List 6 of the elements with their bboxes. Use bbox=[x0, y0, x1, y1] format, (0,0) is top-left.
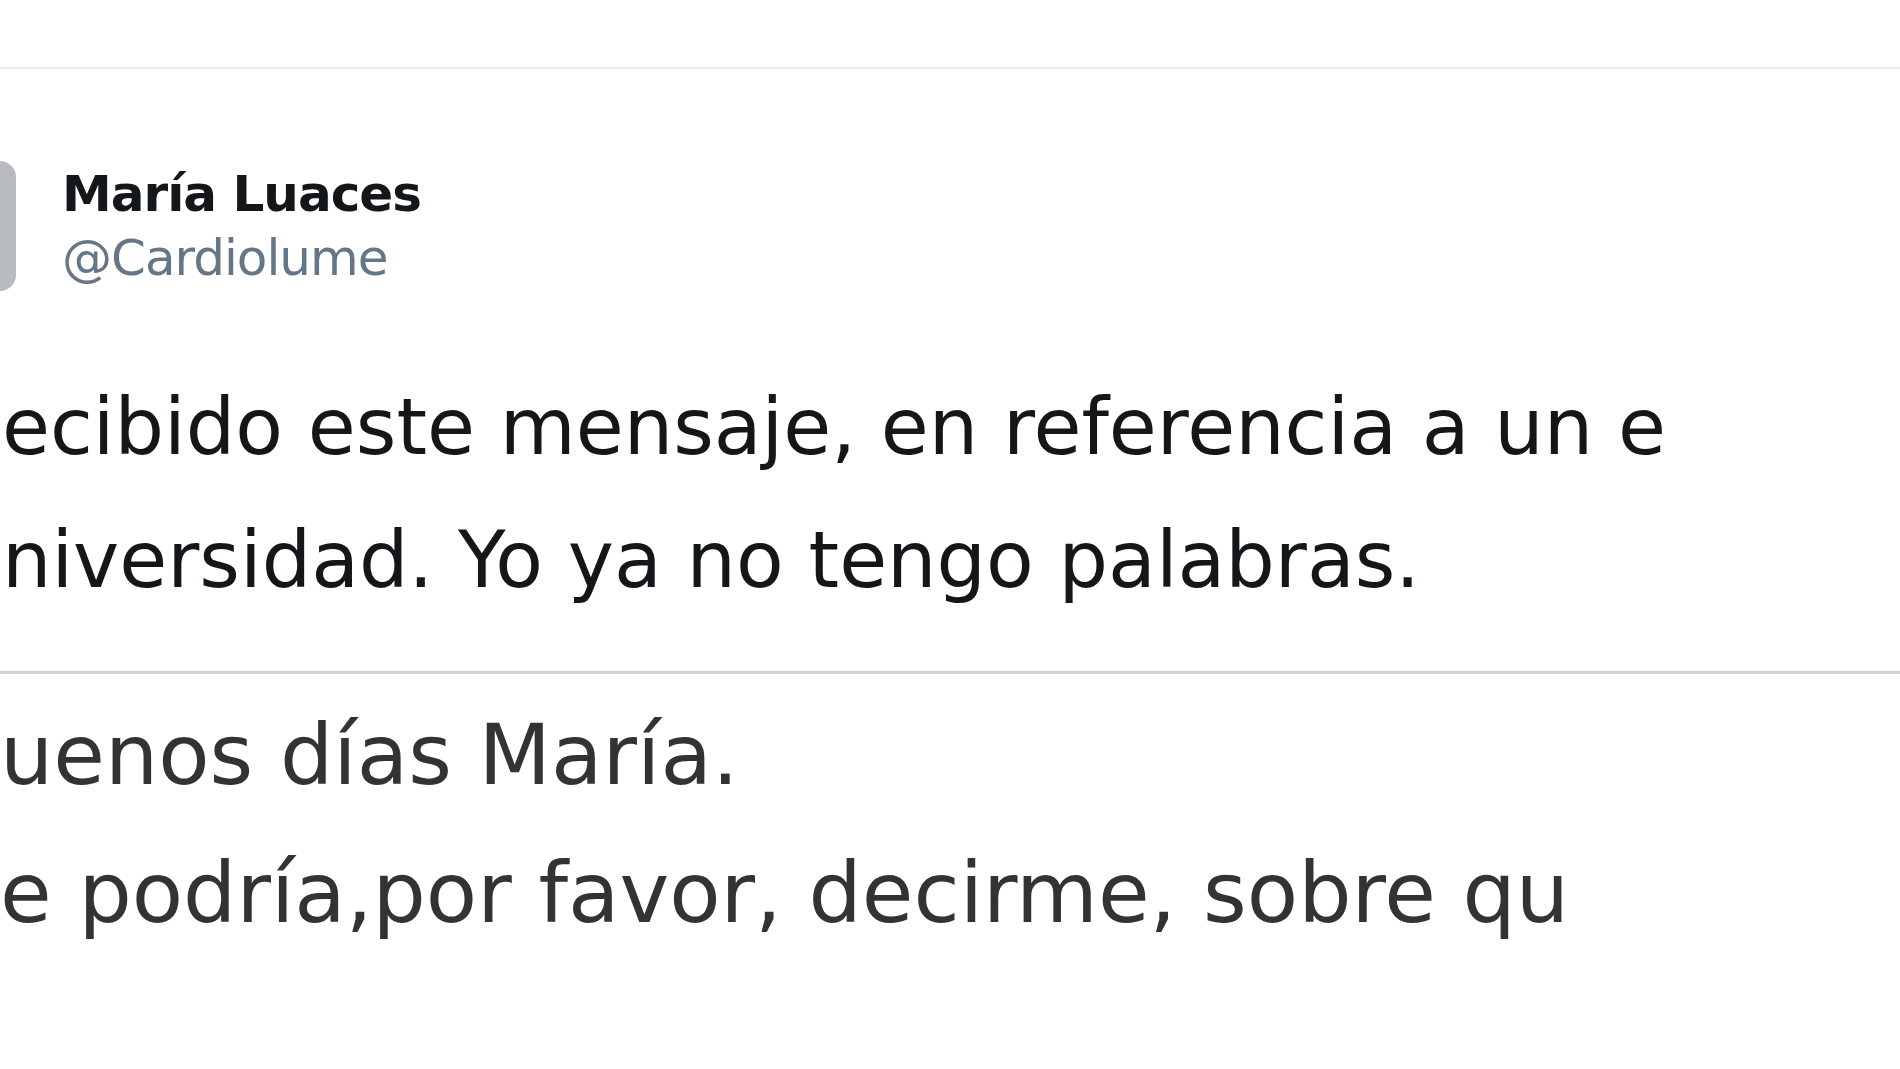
tweet-text: niversidad. Yo ya no tengo palabras. bbox=[2, 514, 1422, 607]
message-text: e podría,por favor, decirme, sobre qu bbox=[0, 843, 1571, 944]
tweet-text: ecibido este mensaje, en referencia a un e bbox=[2, 381, 1667, 474]
author-name: María Luaces bbox=[62, 165, 421, 223]
message-text: uenos días María. bbox=[0, 705, 740, 806]
author-handle: @Cardiolume bbox=[62, 229, 389, 287]
